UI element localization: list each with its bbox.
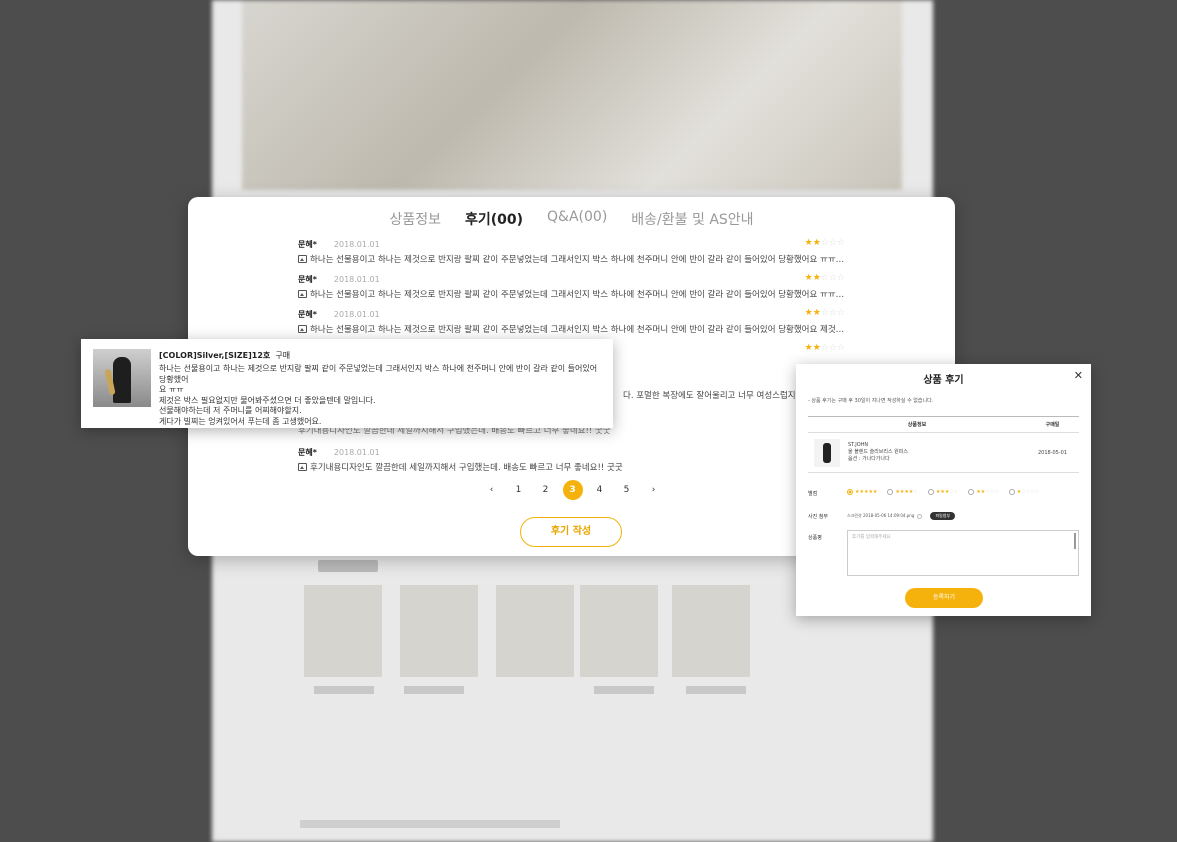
background-product-thumb [304,585,382,677]
page-button[interactable]: 2 [532,485,559,495]
review-line: 게다가 빌찌는 엉켜있어서 푸는데 좀 고생했어요. [159,416,322,426]
review-item[interactable]: 문혜* 2018.01.01 후기내용디자인도 깔끔한데 세일까지해서 구입했는… [298,446,845,481]
rating-option-2[interactable]: ★★☆☆☆ [968,489,999,495]
background-product-caption [404,686,464,694]
tab-shipping[interactable]: 배송/환불 및 AS안내 [631,209,753,229]
purchase-option: [COLOR]Silver,[SIZE]12호 구매 [159,350,290,361]
photo-icon [298,290,307,298]
photo-icon [298,325,307,333]
rating-option-5[interactable]: ★★★★★ [847,489,877,495]
photo-icon [298,255,307,263]
star-rating: ★★☆☆☆ [804,343,845,353]
attach-file-button[interactable]: 파일첨부 [930,512,956,520]
background-related-title [318,560,378,572]
column-product: 상품정보 [907,422,927,428]
product-row: ST.JOHN 울 블렌드 슬리브리스 원피스 옵션 : 가나다가나다 2018… [808,433,1079,473]
review-date: 2018.01.01 [333,309,380,319]
star-rating: ★★☆☆☆ [804,273,845,283]
reviewer-name: 문혜* [298,239,317,249]
page-button[interactable]: 1 [505,485,532,495]
photo-label: 사진 첨부 [808,514,828,520]
page-button[interactable]: 4 [586,485,613,495]
page-button-current[interactable]: 3 [559,480,586,500]
tab-qna[interactable]: Q&A(00) [547,209,607,229]
purchase-label: 구매 [275,351,291,360]
review-full-text: 하나는 선물용이고 하나는 제것으로 반지랑 팔찌 같이 주문넣었는데 그래서인… [159,364,606,427]
remove-file-icon[interactable] [917,513,923,519]
close-icon[interactable]: ✕ [1074,369,1083,382]
review-detail-popover: [COLOR]Silver,[SIZE]12호 구매 하나는 선물용이고 하나는… [81,339,613,428]
review-textarea[interactable]: 후기를 입력해주세요 [847,530,1079,576]
column-date: 구매일 [1045,422,1060,428]
prev-page-button[interactable]: ‹ [478,485,505,495]
attached-file-name: 스크린샷 2018-05-06 14:09:04.png [847,513,915,518]
product-name: 울 블렌드 슬리브리스 원피스 [848,449,908,455]
background-product-thumb [496,585,574,677]
review-line: 선물해야하는데 저 주머니를 어찌해야할지. [159,406,302,415]
rating-label: 별점 [808,491,818,497]
rating-option-4[interactable]: ★★★★☆ [887,489,918,495]
review-line: 하나는 선물용이고 하나는 제것으로 반지랑 팔찌 같이 주문넣었는데 그래서인… [159,364,598,384]
submit-button[interactable]: 등록하기 [905,588,983,608]
review-line: 제것은 박스 필요없지만 물어봐주셨으면 더 좋았을텐데 말입니다. [159,395,376,405]
review-date: 2018.01.01 [333,239,380,249]
next-page-button[interactable]: › [640,485,667,495]
review-line: 요 ㅠㅠ [159,385,184,394]
review-date: 2018.01.01 [333,274,380,284]
background-product-thumb [672,585,750,677]
background-product-image [242,0,902,190]
product-option: 옵션 : 가나다가나다 [848,456,890,462]
review-text: 하나는 선물용이고 하나는 제것으로 반지랑 팔찌 같이 주문넣었는데 그래서인… [310,255,845,265]
file-attachment: 스크린샷 2018-05-06 14:09:04.png 파일첨부 [847,512,956,520]
review-item[interactable]: 문혜* 2018.01.01 ★★☆☆☆ 하나는 선물용이고 하나는 제것으로 … [298,238,845,273]
modal-title: 상품 후기 [923,375,964,386]
star-rating: ★★☆☆☆ [804,238,845,248]
modal-notice: - 상품 후기는 구매 후 30일이 지나면 작성하실 수 없습니다. [808,398,934,404]
purchase-date: 2018-05-01 [1037,449,1068,456]
background-product-caption [314,686,374,694]
review-photo[interactable] [93,349,151,407]
page-button[interactable]: 5 [613,485,640,495]
rating-option-3[interactable]: ★★★☆☆ [927,489,958,495]
reviewer-name: 문혜* [298,309,317,319]
reviewer-name: 문혜* [298,447,317,457]
review-label: 상품평 [808,535,822,541]
review-date: 2018.01.01 [333,447,380,457]
review-text: 하나는 선물용이고 하나는 제것으로 반지랑 팔찌 같이 주문넣었는데 그래서인… [310,325,845,335]
review-item[interactable]: 문혜* 2018.01.01 ★★☆☆☆ 하나는 선물용이고 하나는 제것으로 … [298,308,845,343]
background-product-caption [594,686,654,694]
product-table: 상품정보 구매일 ST.JOHN 울 블렌드 슬리브리스 원피스 옵션 : 가나… [808,416,1079,473]
write-review-button[interactable]: 후기 작성 [520,517,622,547]
tab-product-info[interactable]: 상품정보 [389,209,441,229]
reviewer-name: 문혜* [298,274,317,284]
star-rating: ★★☆☆☆ [804,308,845,318]
background-product-thumb [400,585,478,677]
review-text: 하나는 선물용이고 하나는 제것으로 반지랑 팔찌 같이 주문넣었는데 그래서인… [310,290,845,300]
write-review-modal: 상품 후기 ✕ - 상품 후기는 구매 후 30일이 지나면 작성하실 수 없습… [796,364,1091,616]
option-text: [COLOR]Silver,[SIZE]12호 [159,351,271,360]
product-thumbnail [814,438,840,467]
rating-options: ★★★★★ ★★★★☆ ★★★☆☆ ★★☆☆☆ ★☆☆☆☆ [847,489,1039,495]
background-product-thumb [580,585,658,677]
photo-icon [298,463,307,471]
tab-bar: 상품정보 후기(00) Q&A(00) 배송/환불 및 AS안내 [188,209,955,229]
review-item[interactable]: 문혜* 2018.01.01 ★★☆☆☆ 하나는 선물용이고 하나는 제것으로 … [298,273,845,308]
background-footer [300,820,560,828]
rating-option-1[interactable]: ★☆☆☆☆ [1008,489,1039,495]
tab-reviews[interactable]: 후기(00) [461,209,527,229]
background-product-caption [686,686,746,694]
review-text: 후기내용디자인도 깔끔한데 세일까지해서 구입했는데. 배송도 빠르고 너무 좋… [310,463,623,473]
product-brand: ST.JOHN [848,442,869,448]
pagination: ‹ 1 2 3 4 5 › [478,480,667,500]
